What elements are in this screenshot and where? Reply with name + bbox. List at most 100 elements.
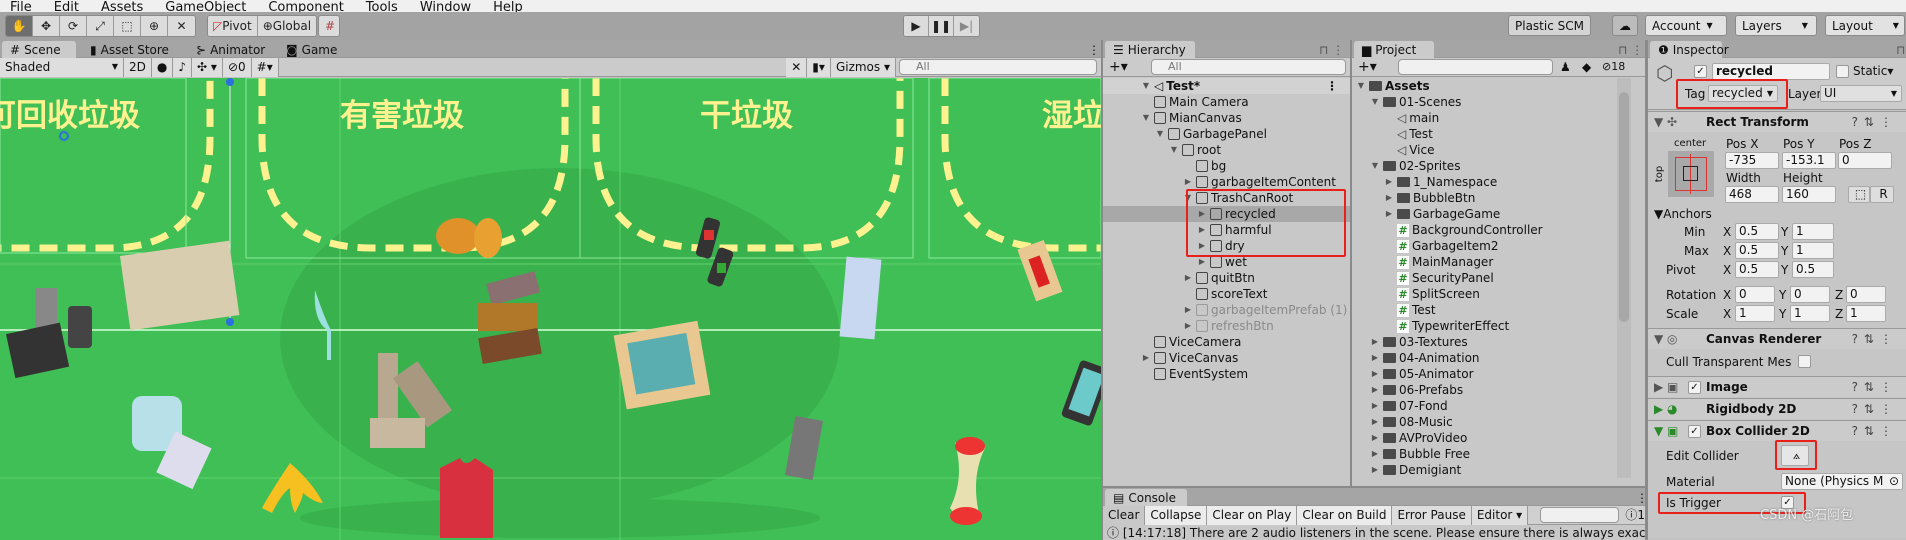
step-icon[interactable]: ▶| xyxy=(954,16,979,36)
info-count-toggle[interactable]: ⓘ1 xyxy=(1625,508,1645,522)
component-actions-icon[interactable]: ?⇅⋮ xyxy=(1852,332,1898,346)
expand-arrow-icon[interactable]: ▼ xyxy=(1141,113,1151,123)
edit-collider-button[interactable]: ⟑ xyxy=(1781,445,1809,466)
rotate-tool-icon[interactable]: ⟳ xyxy=(60,16,87,36)
hierarchy-item[interactable]: ▶ harmful xyxy=(1103,222,1350,238)
filter-label-icon[interactable]: ◆ xyxy=(1582,60,1591,74)
expand-arrow-icon[interactable]: ▶ xyxy=(1384,177,1394,187)
anchor-max-y-input[interactable]: 1 xyxy=(1792,242,1834,259)
tab-console[interactable]: ▤ Console xyxy=(1105,489,1187,506)
project-item[interactable]: ▼ Assets xyxy=(1352,78,1430,94)
project-item[interactable]: # GarbageItem2 xyxy=(1352,238,1499,254)
hierarchy-item[interactable]: Main Camera xyxy=(1103,94,1350,110)
project-item[interactable]: ▶ 03-Textures xyxy=(1352,334,1468,350)
expand-arrow-icon[interactable]: ▼ xyxy=(1370,97,1380,107)
expand-arrow-icon[interactable]: ▶ xyxy=(1370,353,1380,363)
expand-arrow-icon[interactable]: ▶ xyxy=(1384,193,1394,203)
project-item[interactable]: ▼ 01-Scenes xyxy=(1352,94,1462,110)
width-input[interactable]: 468 xyxy=(1725,186,1779,203)
audio-toggle-icon[interactable]: ♪ xyxy=(173,57,193,77)
anchor-max-x-input[interactable]: 0.5 xyxy=(1735,242,1779,259)
layout-dropdown[interactable]: Layout ▼ xyxy=(1825,15,1905,36)
static-checkbox[interactable] xyxy=(1836,65,1849,78)
project-item[interactable]: ▶ 07-Fond xyxy=(1352,398,1448,414)
hierarchy-item[interactable]: ▶ recycled xyxy=(1103,206,1350,222)
hidden-packages-toggle[interactable]: ⊘18 xyxy=(1602,60,1625,74)
anchor-min-x-input[interactable]: 0.5 xyxy=(1735,223,1779,240)
raw-edit-button[interactable]: R xyxy=(1870,186,1894,203)
2d-toggle[interactable]: 2D xyxy=(124,57,152,77)
material-field[interactable]: None (Physics M ⊙ xyxy=(1781,473,1903,490)
clear-on-play-button[interactable]: Clear on Play xyxy=(1207,506,1298,525)
transform-tool-icon[interactable]: ⊕ xyxy=(141,16,168,36)
blueprint-mode-icon[interactable]: ⬚ xyxy=(1848,186,1870,203)
project-item[interactable]: ◁ main xyxy=(1352,110,1439,126)
project-item[interactable]: ▶ Demigiant xyxy=(1352,462,1461,478)
collapse-arrow-icon[interactable]: ▶ xyxy=(1183,177,1193,187)
collapse-arrow-icon[interactable]: ▶ xyxy=(1197,257,1207,267)
collapse-arrow-icon[interactable]: ▶ xyxy=(1141,353,1151,363)
menu-gameobject[interactable]: GameObject xyxy=(165,1,246,12)
hand-tool-icon[interactable]: ✋ xyxy=(6,16,33,36)
project-scrollbar[interactable] xyxy=(1617,78,1631,478)
expand-arrow-icon[interactable]: ▶ xyxy=(1370,401,1380,411)
play-icon[interactable]: ▶ xyxy=(904,16,929,36)
collider-enabled-checkbox[interactable]: ✓ xyxy=(1688,424,1701,438)
hierarchy-item[interactable]: EventSystem xyxy=(1103,366,1350,382)
collapse-arrow-icon[interactable]: ▶ xyxy=(1197,209,1207,219)
expand-arrow-icon[interactable]: ▼ xyxy=(1155,129,1165,139)
add-icon[interactable]: +▾ xyxy=(1109,60,1128,74)
collapse-arrow-icon[interactable]: ▶ xyxy=(1183,321,1193,331)
hierarchy-item[interactable]: ▶ wet xyxy=(1103,254,1350,270)
menu-assets[interactable]: Assets xyxy=(101,1,143,12)
collapse-arrow-icon[interactable]: ▶ xyxy=(1183,273,1193,283)
hierarchy-item[interactable]: ▶ garbageItemPrefab (1) xyxy=(1103,302,1350,318)
pos-y-input[interactable]: -153.1 xyxy=(1782,152,1836,169)
hierarchy-item[interactable]: ViceCamera xyxy=(1103,334,1350,350)
expand-arrow-icon[interactable]: ▶ xyxy=(1384,209,1394,219)
image-header[interactable]: ▶ ▣ ✓ Image ?⇅⋮ xyxy=(1648,376,1906,397)
hierarchy-item[interactable]: ▶ quitBtn xyxy=(1103,270,1350,286)
project-item[interactable]: # SplitScreen xyxy=(1352,286,1480,302)
hierarchy-item[interactable]: bg xyxy=(1103,158,1350,174)
expand-arrow-icon[interactable]: ▼ xyxy=(1183,193,1193,203)
hierarchy-item[interactable]: scoreText xyxy=(1103,286,1350,302)
project-item[interactable]: ▶ 08-Music xyxy=(1352,414,1453,430)
hierarchy-item[interactable]: ▼ GarbagePanel xyxy=(1103,126,1350,142)
expand-arrow-icon[interactable]: ▶ xyxy=(1370,369,1380,379)
cull-transparent-checkbox[interactable] xyxy=(1798,355,1811,368)
scene-menu-icon[interactable]: ⋮ xyxy=(1326,78,1338,94)
rotation-x-input[interactable]: 0 xyxy=(1735,286,1775,303)
scale-z-input[interactable]: 1 xyxy=(1846,305,1886,322)
tab-asset-store[interactable]: ▮ Asset Store xyxy=(82,41,177,58)
hidden-objects-toggle[interactable]: ⊘ 0 xyxy=(222,57,252,77)
tab-game[interactable]: ◙ Game xyxy=(278,41,345,58)
scene-header-row[interactable]: ▼ ◁ Test* ⋮ xyxy=(1103,78,1350,94)
canvas-renderer-header[interactable]: ▼ ◎ Canvas Renderer ?⇅⋮ xyxy=(1648,328,1906,349)
scene-view[interactable]: 可回收垃圾 有害垃圾 干垃圾 湿垃圾 xyxy=(0,78,1101,540)
hierarchy-item[interactable]: ▶ garbageItemContent xyxy=(1103,174,1350,190)
collapse-arrow-icon[interactable]: ▶ xyxy=(1183,305,1193,315)
rigidbody-header[interactable]: ▶ ◕ Rigidbody 2D ?⇅⋮ xyxy=(1648,398,1906,419)
pos-z-input[interactable]: 0 xyxy=(1838,152,1892,169)
console-message[interactable]: ⓘ [14:17:18] There are 2 audio listeners… xyxy=(1107,526,1645,540)
scale-x-input[interactable]: 1 xyxy=(1735,305,1775,322)
layers-dropdown[interactable]: Layers ▼ xyxy=(1735,15,1817,36)
cloud-icon[interactable]: ☁ xyxy=(1612,15,1638,36)
menu-help[interactable]: Help xyxy=(493,1,523,12)
rotation-y-input[interactable]: 0 xyxy=(1790,286,1830,303)
layer-dropdown[interactable]: UI ▼ xyxy=(1820,85,1902,102)
rect-handle[interactable] xyxy=(226,318,234,326)
rect-handle[interactable] xyxy=(226,78,234,86)
project-item[interactable]: # SecurityPanel xyxy=(1352,270,1494,286)
error-pause-button[interactable]: Error Pause xyxy=(1392,506,1472,525)
project-item[interactable]: ▶ Bubble Free xyxy=(1352,446,1470,462)
project-item[interactable]: ◁ Vice xyxy=(1352,142,1435,158)
lock-icon[interactable]: ⊓ ⋮ xyxy=(1311,41,1352,58)
component-actions-icon[interactable]: ?⇅⋮ xyxy=(1852,424,1898,438)
project-item[interactable]: # TypewriterEffect xyxy=(1352,318,1509,334)
tag-dropdown[interactable]: recycled ▼ xyxy=(1708,85,1778,102)
scene-tools-icon[interactable]: ✕ xyxy=(786,57,808,77)
expand-arrow-icon[interactable]: ▶ xyxy=(1370,449,1380,459)
component-actions-icon[interactable]: ?⇅⋮ xyxy=(1852,402,1898,416)
